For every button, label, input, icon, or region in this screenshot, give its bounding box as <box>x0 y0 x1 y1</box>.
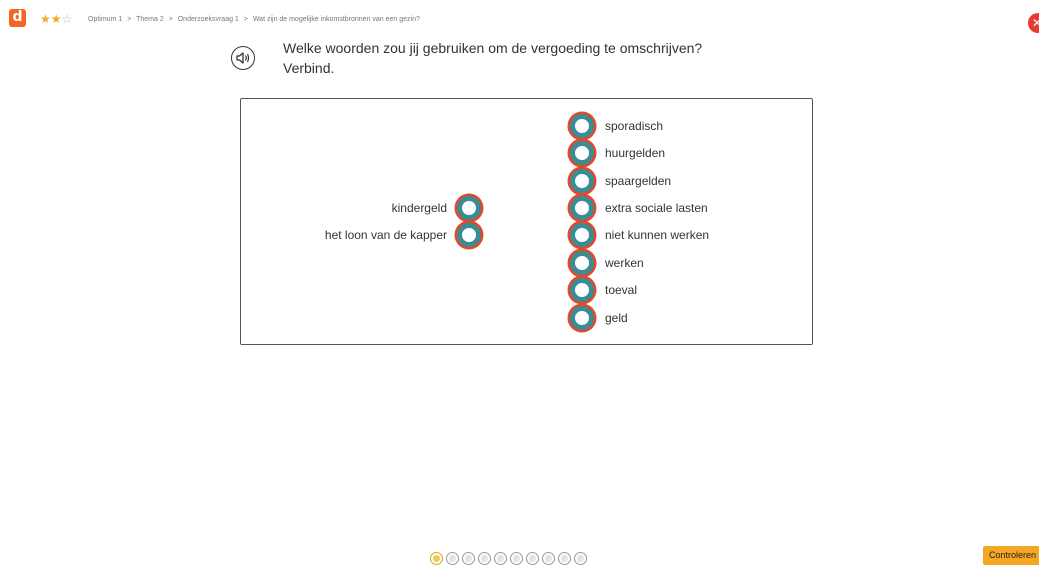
audio-button[interactable] <box>231 46 255 70</box>
left-item[interactable]: kindergeld <box>245 196 481 220</box>
connector-handle[interactable] <box>570 169 594 193</box>
breadcrumb-item[interactable]: Optimum 1 <box>88 16 122 23</box>
left-item-label: kindergeld <box>391 201 447 215</box>
breadcrumb-current: Wat zijn de mogelijke inkomstbronnen van… <box>252 16 420 23</box>
page-dot[interactable] <box>542 552 555 565</box>
connector-handle[interactable] <box>457 196 481 220</box>
rating-stars: ★ ★ ☆ <box>40 13 72 25</box>
connector-handle[interactable] <box>570 306 594 330</box>
page-dot[interactable] <box>462 552 475 565</box>
connector-handle[interactable] <box>570 196 594 220</box>
page-dot[interactable] <box>494 552 507 565</box>
breadcrumb-item[interactable]: Onderzoeksvraag 1 <box>178 16 239 23</box>
connector-handle[interactable] <box>570 141 594 165</box>
star-empty-icon: ☆ <box>61 12 73 26</box>
connector-handle[interactable] <box>570 278 594 302</box>
left-item-label: het loon van de kapper <box>324 228 447 242</box>
breadcrumb-item[interactable]: Thema 2 <box>136 16 164 23</box>
speaker-icon <box>236 52 250 64</box>
connector-handle[interactable] <box>570 223 594 247</box>
page-dot[interactable] <box>526 552 539 565</box>
right-item-label: huurgelden <box>605 146 666 160</box>
question-text: Welke woorden zou jij gebruiken om de ve… <box>283 38 702 78</box>
breadcrumb: Optimum 1 > Thema 2 > Onderzoeksvraag 1 … <box>88 16 423 23</box>
right-item[interactable]: toeval <box>570 278 637 302</box>
right-item[interactable]: spaargelden <box>570 169 671 193</box>
page-dot[interactable] <box>558 552 571 565</box>
check-button[interactable]: Controleren <box>983 546 1039 565</box>
right-item[interactable]: extra sociale lasten <box>570 196 708 220</box>
star-filled-icon: ★ <box>50 12 62 26</box>
question-line: Welke woorden zou jij gebruiken om de ve… <box>283 40 703 56</box>
page-dot[interactable] <box>478 552 491 565</box>
app-logo: d <box>9 9 26 27</box>
connector-handle[interactable] <box>457 223 481 247</box>
page-dot-current[interactable] <box>430 552 443 565</box>
breadcrumb-separator: > <box>168 16 173 23</box>
page-dot[interactable] <box>510 552 523 565</box>
breadcrumb-separator: > <box>243 16 248 23</box>
right-item-label: extra sociale lasten <box>605 201 708 215</box>
matching-panel: kindergeld het loon van de kapper sporad… <box>240 98 813 345</box>
instruction-line: Verbind. <box>283 60 335 76</box>
right-item[interactable]: werken <box>570 251 644 275</box>
question-pager <box>430 552 587 565</box>
right-item[interactable]: geld <box>570 306 628 330</box>
page-dot[interactable] <box>574 552 587 565</box>
right-item[interactable]: huurgelden <box>570 141 665 165</box>
right-item-label: spaargelden <box>605 174 672 188</box>
connector-handle[interactable] <box>570 114 594 138</box>
connector-handle[interactable] <box>570 251 594 275</box>
close-button[interactable]: ✕ <box>1028 13 1039 33</box>
right-item-label: toeval <box>605 283 638 297</box>
left-item[interactable]: het loon van de kapper <box>245 223 481 247</box>
right-item[interactable]: sporadisch <box>570 114 663 138</box>
right-item[interactable]: niet kunnen werken <box>570 223 709 247</box>
right-item-label: werken <box>605 256 644 270</box>
right-item-label: geld <box>605 311 628 325</box>
right-item-label: niet kunnen werken <box>605 228 710 242</box>
right-item-label: sporadisch <box>605 119 664 133</box>
star-filled-icon: ★ <box>40 12 51 26</box>
page-dot[interactable] <box>446 552 459 565</box>
breadcrumb-separator: > <box>127 16 132 23</box>
